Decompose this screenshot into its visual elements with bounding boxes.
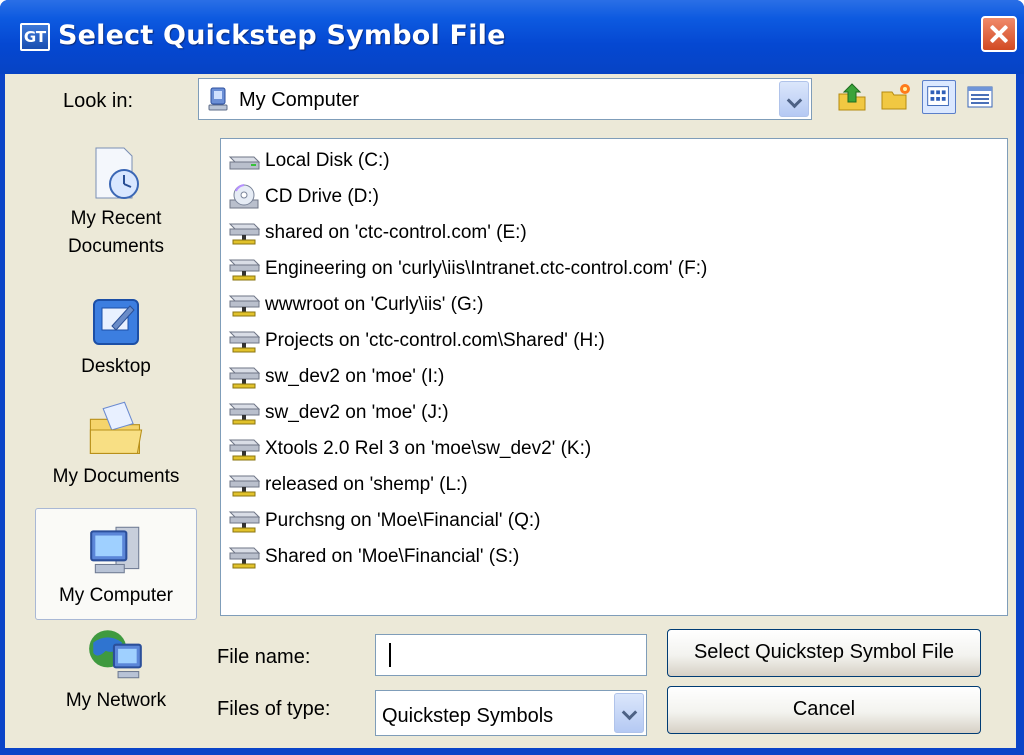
- my-network-icon: [89, 630, 142, 679]
- select-file-button[interactable]: Select Quickstep Symbol File: [667, 629, 981, 677]
- desktop-icon: [93, 299, 139, 345]
- place-label: My Recent: [70, 208, 162, 229]
- look-in-value: My Computer: [239, 89, 360, 111]
- network-drive-icon: [228, 403, 261, 425]
- network-drive-icon: [228, 223, 261, 245]
- create-new-folder-button[interactable]: [879, 80, 913, 114]
- up-one-level-button[interactable]: [835, 80, 869, 114]
- file-item-label: released on 'shemp' (L:): [265, 474, 468, 495]
- file-type-label: Files of type:: [217, 698, 331, 720]
- place-label: My Network: [65, 690, 167, 711]
- network-drive-icon: [228, 511, 261, 533]
- place-label: My Computer: [58, 585, 174, 606]
- recent-documents-icon: [95, 147, 139, 199]
- file-item-label: Purchsng on 'Moe\Financial' (Q:): [265, 510, 541, 531]
- file-item-label: sw_dev2 on 'moe' (I:): [265, 366, 445, 387]
- network-drive-icon: [228, 439, 261, 461]
- look-in-label: Look in:: [63, 90, 134, 112]
- place-label-line2: Documents: [67, 236, 165, 257]
- file-name-input[interactable]: [375, 634, 647, 676]
- cancel-button[interactable]: Cancel: [667, 686, 981, 734]
- file-item-label: Engineering on 'curly\iis\Intranet.ctc-c…: [265, 258, 708, 279]
- network-drive-icon: [228, 331, 261, 353]
- cd-drive-icon: [229, 184, 259, 209]
- file-item-label: CD Drive (D:): [265, 186, 379, 207]
- place-label: Desktop: [81, 356, 151, 377]
- file-dialog-window: GT Select Quickstep Symbol File Look in:…: [0, 0, 1024, 755]
- place-desktop[interactable]: Desktop: [35, 292, 197, 388]
- file-item-label: Local Disk (C:): [265, 150, 390, 171]
- network-drive-icon: [228, 475, 261, 497]
- app-icon: GT: [20, 23, 50, 51]
- my-computer-icon: [90, 526, 140, 574]
- details-view-icon: [967, 86, 993, 108]
- file-item-label: sw_dev2 on 'moe' (J:): [265, 402, 449, 423]
- network-drive-icon: [228, 367, 261, 389]
- file-name-label: File name:: [217, 646, 311, 668]
- dialog-title: Select Quickstep Symbol File: [58, 20, 506, 51]
- file-item-label: Shared on 'Moe\Financial' (S:): [265, 546, 520, 567]
- places-bar: My Recent Documents Desktop My Documents: [33, 136, 203, 736]
- place-my-documents[interactable]: My Documents: [35, 398, 197, 508]
- title-bar[interactable]: GT Select Quickstep Symbol File: [0, 0, 1024, 74]
- network-drive-icon: [228, 295, 261, 317]
- create-new-folder-icon: [881, 84, 910, 110]
- dialog-body: Look in: My Computer My Recent Documents…: [5, 74, 1016, 748]
- place-my-computer[interactable]: My Computer: [35, 508, 197, 620]
- place-my-recent-documents[interactable]: My Recent Documents: [35, 144, 197, 274]
- list-view-button[interactable]: [922, 80, 956, 114]
- text-cursor: [389, 643, 391, 667]
- file-type-value: Quickstep Symbols: [382, 705, 554, 727]
- file-item-label: Xtools 2.0 Rel 3 on 'moe\sw_dev2' (K:): [265, 438, 592, 459]
- file-item-label: Projects on 'ctc-control.com\Shared' (H:…: [265, 330, 605, 351]
- close-button[interactable]: [981, 16, 1017, 52]
- look-in-dropdown-button[interactable]: [779, 81, 809, 117]
- file-item-label: shared on 'ctc-control.com' (E:): [265, 222, 527, 243]
- place-label: My Documents: [52, 466, 180, 487]
- file-type-dropdown[interactable]: Quickstep Symbols: [375, 690, 647, 736]
- my-documents-icon: [89, 401, 143, 454]
- list-view-icon: [927, 86, 949, 106]
- network-drive-icon: [228, 547, 261, 569]
- file-list[interactable]: Local Disk (C:) CD Drive (D:) shared on …: [220, 138, 1008, 616]
- file-item-label: wwwroot on 'Curly\iis' (G:): [265, 294, 484, 315]
- details-view-button[interactable]: [963, 80, 997, 114]
- up-one-level-icon: [838, 83, 866, 111]
- my-computer-icon: [208, 87, 228, 111]
- file-type-dropdown-button[interactable]: [614, 693, 644, 733]
- look-in-dropdown[interactable]: My Computer: [198, 78, 812, 120]
- hard-disk-icon: [228, 156, 261, 170]
- place-my-network[interactable]: My Network: [35, 624, 197, 734]
- network-drive-icon: [228, 259, 261, 281]
